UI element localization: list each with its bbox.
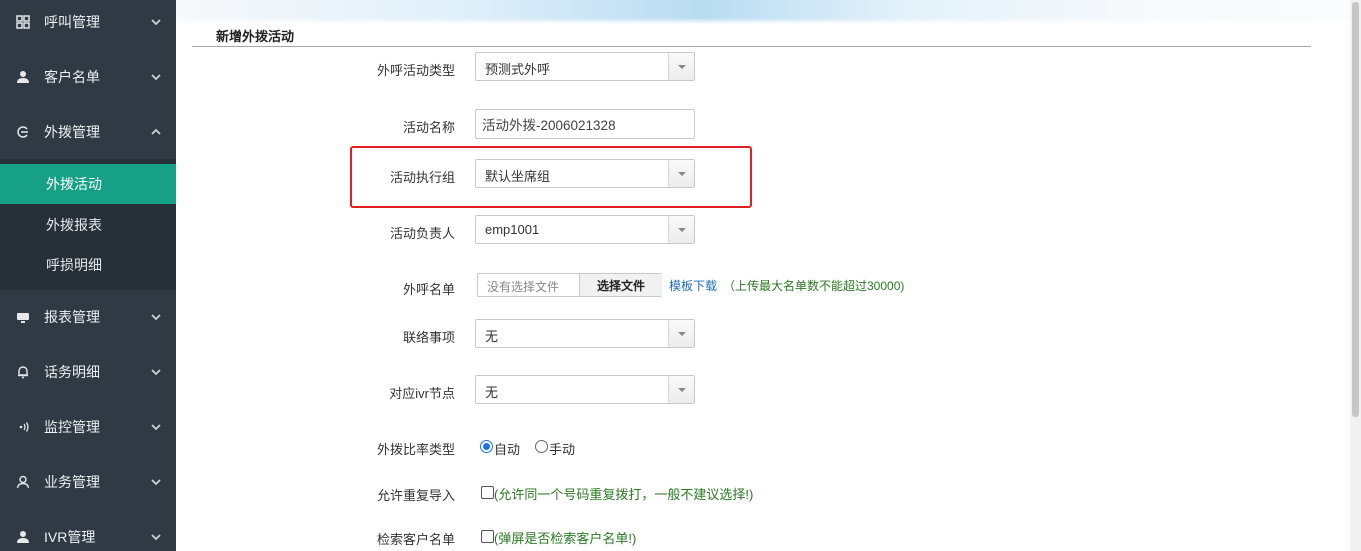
sidebar-item-label: 客户名单 — [44, 68, 100, 85]
file-placeholder: 没有选择文件 — [487, 280, 560, 294]
chevron-down-icon — [151, 368, 161, 375]
ratio-manual-label: 手动 — [549, 442, 576, 457]
sidebar-item-outbound-management[interactable]: 外拨管理 — [0, 104, 176, 159]
select-value: emp1001 — [485, 222, 540, 237]
ratio-auto-label: 自动 — [494, 442, 521, 457]
highlight-annotation — [350, 146, 752, 208]
search-customer-hint: (弹屏是否检索客户名单!) — [494, 531, 637, 546]
sidebar-item-label: 业务管理 — [44, 473, 100, 490]
user-icon — [15, 529, 31, 545]
choose-file-button[interactable]: 选择文件 — [579, 274, 662, 296]
owner-select[interactable]: emp1001 — [475, 215, 695, 244]
page-title: 新增外拨活动 — [216, 29, 295, 44]
sidebar: 呼叫管理 客户名单 外拨管理 外拨活动 外拨报表 呼损明细 报表管理 话务明细 … — [0, 0, 176, 551]
sidebar-item-label: 监控管理 — [44, 418, 100, 435]
title-divider — [192, 46, 1311, 47]
sidebar-subitem-label: 外拨活动 — [46, 176, 102, 192]
ivr-node-select[interactable]: 无 — [475, 375, 695, 404]
sidebar-subitem-label: 呼损明细 — [46, 257, 102, 273]
contact-item-select[interactable]: 无 — [475, 319, 695, 348]
signal-icon — [15, 419, 31, 435]
sidebar-subitem-label: 外拨报表 — [46, 217, 102, 233]
ratio-manual-radio[interactable] — [535, 440, 548, 453]
sidebar-item-label: 话务明细 — [44, 363, 100, 380]
sidebar-item-business-management[interactable]: 业务管理 — [0, 454, 176, 509]
bell-icon — [15, 364, 31, 380]
select-value: 无 — [485, 329, 499, 344]
search-customer-label: 检索客户名单 — [376, 532, 455, 547]
chevron-up-icon — [151, 128, 161, 135]
sidebar-item-report-management[interactable]: 报表管理 — [0, 289, 176, 344]
outbound-icon — [15, 124, 31, 140]
sidebar-item-monitor-management[interactable]: 监控管理 — [0, 399, 176, 454]
sidebar-submenu: 外拨活动 外拨报表 呼损明细 — [0, 159, 176, 290]
sidebar-subitem-outbound-report[interactable]: 外拨报表 — [0, 205, 176, 245]
dropdown-arrow-icon — [668, 216, 694, 243]
activity-type-label: 外呼活动类型 — [376, 63, 455, 78]
contact-item-label: 联络事项 — [402, 330, 455, 345]
sidebar-item-call-management[interactable]: 呼叫管理 — [0, 0, 176, 49]
monitor-icon — [15, 309, 31, 325]
call-list-label: 外呼名单 — [402, 282, 455, 297]
chevron-down-icon — [151, 18, 161, 25]
header-banner — [176, 0, 1350, 24]
sidebar-item-label: 外拨管理 — [44, 123, 100, 140]
upload-limit-hint: （上传最大名单数不能超过30000) — [723, 279, 905, 293]
sidebar-item-label: IVR管理 — [44, 528, 96, 545]
ratio-auto-radio[interactable] — [480, 440, 493, 453]
owner-label: 活动负责人 — [389, 226, 455, 241]
scrollbar-thumb[interactable] — [1352, 2, 1359, 417]
allow-repeat-label: 允许重复导入 — [376, 488, 455, 503]
chevron-down-icon — [151, 73, 161, 80]
sidebar-item-customer-list[interactable]: 客户名单 — [0, 49, 176, 104]
chevron-down-icon — [151, 423, 161, 430]
dropdown-arrow-icon — [668, 376, 694, 403]
file-upload-input[interactable]: 没有选择文件 选择文件 — [477, 273, 662, 297]
sidebar-subitem-outbound-activity[interactable]: 外拨活动 — [0, 164, 176, 204]
dropdown-arrow-icon — [668, 320, 694, 347]
ivr-node-label: 对应ivr节点 — [389, 386, 455, 401]
chevron-down-icon — [151, 478, 161, 485]
select-value: 无 — [485, 385, 499, 400]
dropdown-arrow-icon — [668, 53, 694, 80]
activity-type-select[interactable]: 预测式外呼 — [475, 52, 695, 81]
person-icon — [15, 474, 31, 490]
activity-name-label: 活动名称 — [402, 120, 455, 135]
template-download-link[interactable]: 模板下载 — [669, 277, 717, 294]
sidebar-item-traffic-detail[interactable]: 话务明细 — [0, 344, 176, 399]
user-icon — [15, 69, 31, 85]
search-customer-checkbox[interactable] — [481, 530, 494, 543]
select-value: 预测式外呼 — [485, 62, 551, 77]
sidebar-subitem-call-loss-detail[interactable]: 呼损明细 — [0, 245, 176, 285]
chevron-down-icon — [151, 533, 161, 540]
scrollbar[interactable] — [1350, 0, 1361, 551]
allow-repeat-hint: (允许同一个号码重复拨打，一般不建议选择!) — [494, 487, 754, 502]
chevron-down-icon — [151, 313, 161, 320]
sidebar-item-label: 呼叫管理 — [44, 13, 100, 30]
grid-icon — [15, 14, 31, 30]
activity-name-input[interactable] — [475, 109, 695, 139]
sidebar-item-label: 报表管理 — [44, 308, 100, 325]
sidebar-item-ivr-management[interactable]: IVR管理 — [0, 509, 176, 551]
ratio-type-label: 外拨比率类型 — [376, 442, 455, 457]
allow-repeat-checkbox[interactable] — [481, 486, 494, 499]
